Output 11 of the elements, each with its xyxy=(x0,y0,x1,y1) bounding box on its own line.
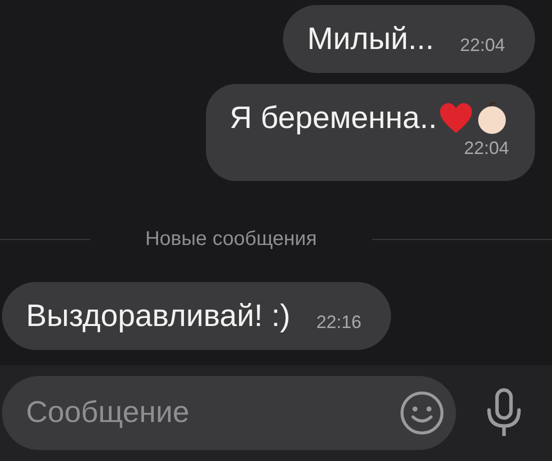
message-text: Милый... xyxy=(307,20,434,58)
message-text: Выздоравливай! :) xyxy=(26,297,290,335)
emoji-button-icon[interactable] xyxy=(400,391,444,435)
heart-icon xyxy=(439,102,473,134)
message-time: 22:04 xyxy=(460,35,505,56)
message-time: 22:16 xyxy=(316,312,362,333)
baby-head-icon xyxy=(475,102,509,134)
message-input-field[interactable]: Сообщение xyxy=(2,376,456,450)
message-text: Я беременна.. xyxy=(230,99,437,137)
new-messages-divider-label: Новые сообщения xyxy=(145,227,317,252)
message-time: 22:04 xyxy=(464,138,509,159)
